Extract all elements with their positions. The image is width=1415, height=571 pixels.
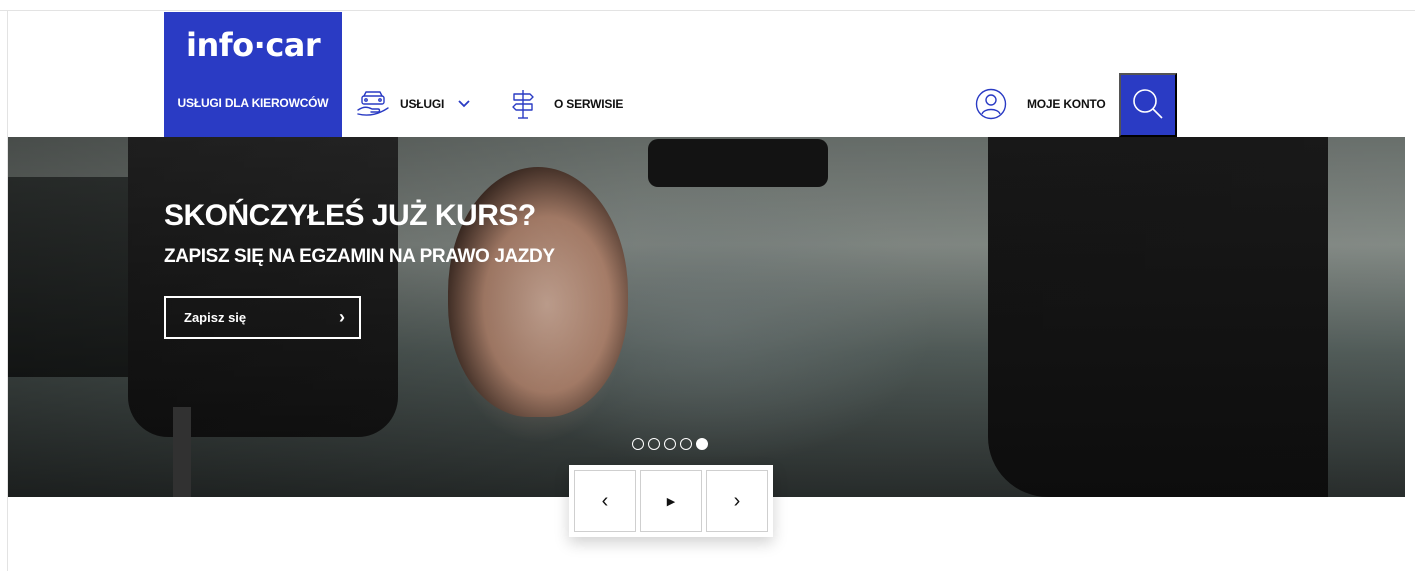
play-button[interactable]: ▶ [640, 470, 702, 532]
nav-moje-konto[interactable]: MOJE KONTO [975, 88, 1106, 120]
chevron-left-icon: ‹ [601, 489, 609, 512]
nav-uslugi-label: USŁUGI [400, 97, 445, 111]
signup-button-label: Zapisz się [184, 310, 247, 325]
hero-banner: SKOŃCZYŁEŚ JUŻ KURS? ZAPISZ SIĘ NA EGZAM… [8, 137, 1405, 497]
slider-controls: ‹ ▶ › [569, 465, 773, 537]
signpost-icon [510, 89, 536, 119]
search-button[interactable] [1119, 73, 1177, 137]
slider-dots [632, 438, 708, 450]
play-icon: ▶ [666, 495, 676, 508]
chevron-right-icon: › [339, 307, 345, 327]
nav-uslugi[interactable]: USŁUGI [356, 90, 470, 118]
signup-button[interactable]: Zapisz się › [164, 296, 361, 339]
logo: info·car [186, 26, 321, 64]
brand-block[interactable]: info·car USŁUGI DLA KIEROWCÓW [164, 12, 342, 137]
nav-o-serwisie[interactable]: O SERWISIE [510, 89, 624, 119]
slider-dot[interactable] [680, 438, 692, 450]
brand-tab-label: USŁUGI DLA KIEROWCÓW [177, 96, 329, 110]
next-slide-button[interactable]: › [706, 470, 768, 532]
page-border-top [0, 10, 1415, 11]
chevron-right-icon: › [733, 489, 741, 512]
slider-dot[interactable] [632, 438, 644, 450]
hero-title: SKOŃCZYŁEŚ JUŻ KURS? [164, 199, 536, 232]
slider-dot[interactable] [664, 438, 676, 450]
slider-dot[interactable] [696, 438, 708, 450]
search-icon [1131, 87, 1165, 124]
prev-slide-button[interactable]: ‹ [574, 470, 636, 532]
hero-subtitle: ZAPISZ SIĘ NA EGZAMIN NA PRAWO JAZDY [164, 246, 555, 267]
slider-dot[interactable] [648, 438, 660, 450]
nav-o-serwisie-label: O SERWISIE [554, 97, 624, 111]
car-hand-icon [356, 90, 390, 118]
chevron-down-icon [458, 100, 470, 108]
user-icon [975, 88, 1007, 120]
nav-moje-konto-label: MOJE KONTO [1027, 97, 1106, 111]
